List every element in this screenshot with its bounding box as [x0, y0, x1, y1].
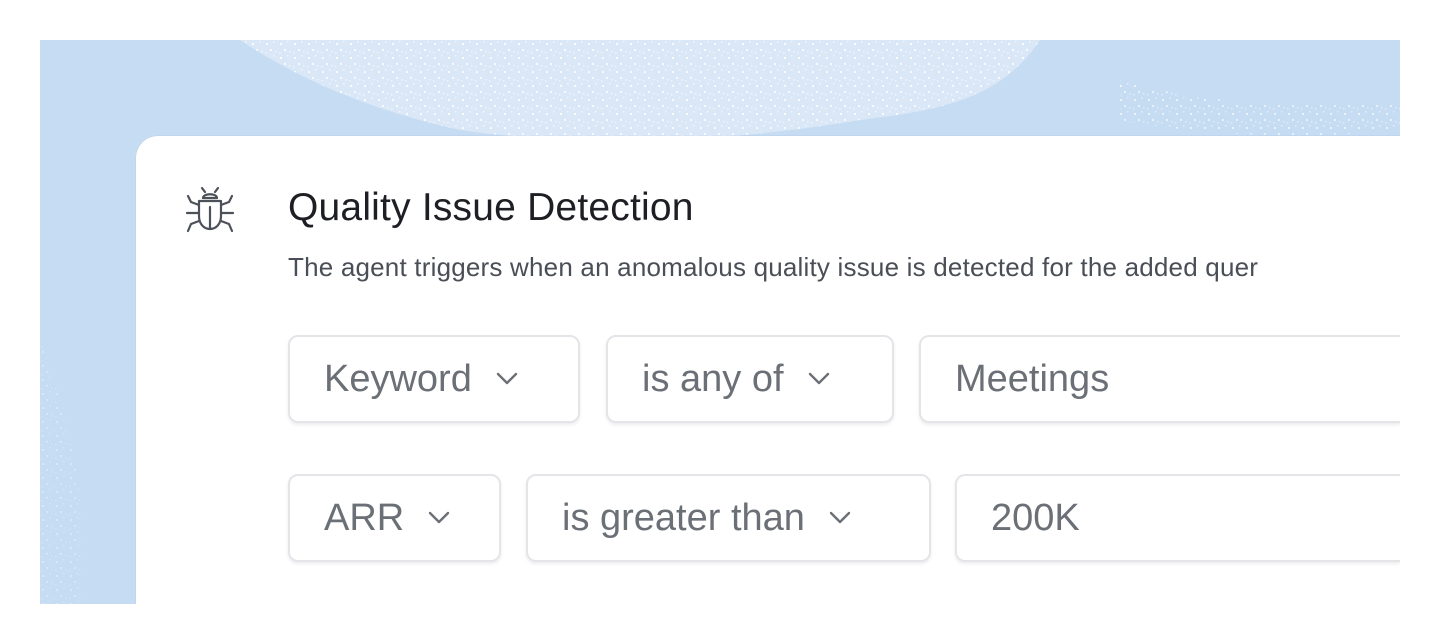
bug-icon — [185, 186, 235, 233]
chevron-down-icon — [429, 511, 450, 524]
field-label: ARR — [324, 496, 405, 539]
card-description: The agent triggers when an anomalous qua… — [288, 252, 1259, 282]
hero-background: Quality Issue Detection The agent trigge… — [40, 40, 1400, 604]
chevron-down-icon — [829, 511, 851, 524]
operator-dropdown[interactable]: is greater than — [526, 474, 931, 562]
operator-dropdown[interactable]: is any of — [606, 335, 894, 423]
agent-trigger-card: Quality Issue Detection The agent trigge… — [136, 136, 1400, 604]
card-title: Quality Issue Detection — [288, 186, 694, 229]
field-dropdown[interactable]: ARR — [288, 474, 501, 562]
operator-label: is any of — [642, 357, 784, 400]
field-label: Keyword — [324, 357, 472, 400]
value-text: 200K — [991, 496, 1080, 539]
operator-label: is greater than — [562, 496, 805, 539]
chevron-down-icon — [496, 372, 518, 385]
field-dropdown[interactable]: Keyword — [288, 335, 580, 423]
value-input[interactable]: Meetings — [919, 335, 1400, 423]
chevron-down-icon — [808, 372, 829, 385]
value-input[interactable]: 200K — [955, 474, 1400, 562]
value-text: Meetings — [955, 357, 1110, 400]
